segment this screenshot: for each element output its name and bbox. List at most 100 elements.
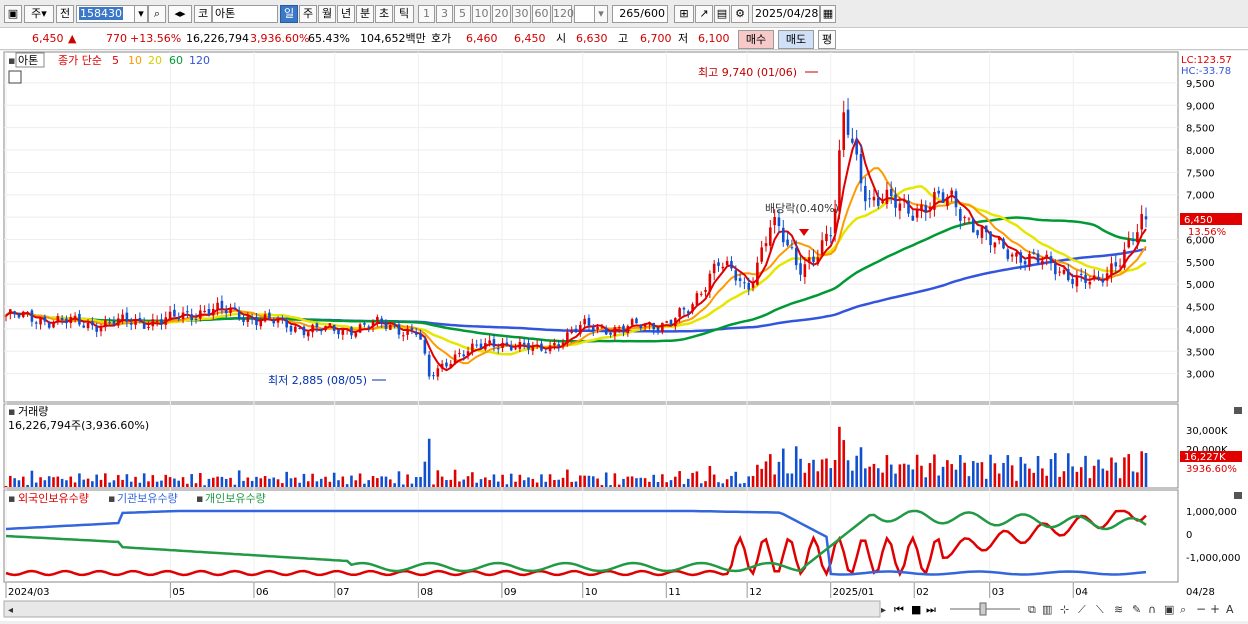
stop-icon[interactable]: ■ — [911, 603, 921, 616]
save-icon[interactable]: ▤ — [714, 5, 730, 23]
candle-body — [1118, 265, 1122, 267]
volume-bar — [1019, 457, 1023, 487]
volume-bar — [579, 475, 582, 487]
period-minute[interactable]: 분 — [356, 5, 374, 23]
layers-icon[interactable]: ▣ — [1164, 603, 1174, 616]
magnet-icon[interactable]: ∩ — [1148, 603, 1156, 616]
volume-bar — [920, 465, 923, 487]
candle-body — [471, 343, 474, 352]
holdings-close-icon[interactable] — [1234, 492, 1242, 499]
candle-body — [21, 311, 25, 318]
candle-body — [514, 348, 517, 350]
indicator-icon[interactable]: ↗ — [695, 5, 713, 23]
code-dropdown-icon[interactable]: ▾ — [134, 5, 148, 23]
panel-settings-icon[interactable]: ▪ — [8, 54, 15, 67]
candle-body — [812, 256, 815, 262]
interval-1[interactable]: 1 — [418, 5, 435, 23]
trend-line-2-icon[interactable]: ⟍ — [1096, 603, 1104, 616]
low-price: 6,100 — [698, 32, 730, 45]
volume-bar — [91, 481, 94, 487]
sell-button[interactable]: 매도 — [778, 30, 814, 49]
copy-icon[interactable]: ⧉ — [1028, 603, 1036, 616]
buy-button[interactable]: 매수 — [738, 30, 774, 49]
stock-code-value: 158430 — [79, 7, 123, 20]
interval-30[interactable]: 30 — [512, 5, 531, 23]
volume-bar — [855, 455, 858, 487]
scroll-left-icon[interactable]: ◂ — [8, 605, 13, 616]
period-tick[interactable]: 틱 — [394, 5, 414, 23]
search-icon[interactable]: ⌕ — [148, 5, 166, 23]
interval-3[interactable]: 3 — [436, 5, 453, 23]
volume-bar — [674, 476, 677, 487]
crosshair-icon[interactable]: ⊹ — [1060, 603, 1069, 616]
volume-bar — [613, 473, 617, 487]
volume-bar — [384, 476, 388, 487]
period-year[interactable]: 년 — [337, 5, 355, 23]
volume-bar — [337, 480, 340, 487]
scroll-right-icon[interactable]: ▸ — [881, 605, 886, 616]
speaker-icon[interactable]: ◂▸ — [168, 5, 192, 23]
candle-body — [712, 263, 716, 274]
volume-bar — [354, 480, 358, 487]
zoom-out-icon[interactable]: − — [1196, 602, 1206, 616]
settings-gear-icon[interactable]: ⚙ — [731, 5, 749, 23]
volume-bar — [255, 476, 258, 487]
interval-20[interactable]: 20 — [492, 5, 511, 23]
bar-count-field[interactable]: 265/600 — [612, 5, 668, 23]
volume-bar — [574, 481, 578, 487]
grid-toggle-icon[interactable]: ▥ — [1042, 603, 1052, 616]
volume-bar — [812, 459, 815, 487]
period-week[interactable]: 주 — [299, 5, 317, 23]
zoom-slider-handle[interactable] — [979, 602, 987, 616]
volume-bar — [509, 473, 513, 487]
horizontal-scrollbar[interactable] — [3, 600, 881, 618]
candle-body — [242, 317, 245, 322]
period-second[interactable]: 초 — [375, 5, 393, 23]
candle-body — [285, 319, 288, 328]
mode-select-2[interactable]: 전 — [56, 5, 74, 23]
trend-line-icon[interactable]: ⟋ — [1078, 603, 1086, 616]
candle-body — [263, 314, 267, 322]
candle-body — [846, 109, 850, 135]
interval-120[interactable]: 120 — [552, 5, 574, 23]
draw-icon[interactable]: ✎ — [1132, 603, 1141, 616]
calculator-icon[interactable] — [8, 70, 22, 84]
volume-close-icon[interactable] — [1234, 407, 1242, 414]
volume-bar — [1049, 459, 1053, 487]
calendar-icon[interactable]: ▦ — [820, 5, 836, 23]
interval-10[interactable]: 10 — [472, 5, 491, 23]
volume-bar — [1127, 454, 1131, 487]
eval-button[interactable]: 평 — [818, 30, 836, 49]
candle-body — [548, 345, 552, 352]
volume-settings-icon[interactable]: ▪ — [8, 405, 15, 418]
last-page-icon[interactable]: ⏭ — [926, 603, 936, 616]
volume-bar — [203, 485, 206, 487]
legend-sep-1: ▪ — [108, 492, 115, 505]
candle-body — [876, 197, 880, 206]
holdings-tick-pos: 1,000,000 — [1186, 507, 1237, 518]
zoom-in-icon[interactable]: + — [1210, 602, 1220, 616]
candle-body — [186, 311, 189, 313]
interval-5[interactable]: 5 — [454, 5, 471, 23]
holdings-settings-icon[interactable]: ▪ — [8, 492, 15, 505]
zoom-search-icon[interactable]: ⌕ — [1180, 603, 1186, 616]
period-day[interactable]: 일 — [280, 5, 298, 23]
auto-scale-icon[interactable]: A — [1226, 603, 1234, 616]
volume-bar — [237, 470, 241, 487]
interval-60[interactable]: 60 — [532, 5, 551, 23]
ma10-legend: 10 — [128, 54, 142, 67]
high-label: 고 — [618, 32, 629, 45]
window-menu-icon[interactable]: ▣ — [4, 5, 22, 23]
mode1-label: 주 — [31, 7, 42, 20]
date-field[interactable]: 2025/04/28 — [752, 5, 820, 23]
candle-type-icon[interactable]: ⊞ — [674, 5, 694, 23]
interval-dropdown-icon[interactable]: ▾ — [594, 5, 608, 23]
first-page-icon[interactable]: ⏮ — [894, 603, 904, 616]
fibonacci-icon[interactable]: ≋ — [1114, 603, 1123, 616]
volume-bar — [440, 476, 444, 487]
mode-select-1[interactable]: 주▾ — [24, 5, 54, 23]
chart-svg[interactable]: 3,0003,5004,0004,5005,0005,5006,0006,500… — [0, 51, 1248, 621]
stock-name-field[interactable]: 아톤 — [212, 5, 278, 23]
period-month[interactable]: 월 — [318, 5, 336, 23]
stock-code-input[interactable]: 158430 — [76, 5, 136, 23]
